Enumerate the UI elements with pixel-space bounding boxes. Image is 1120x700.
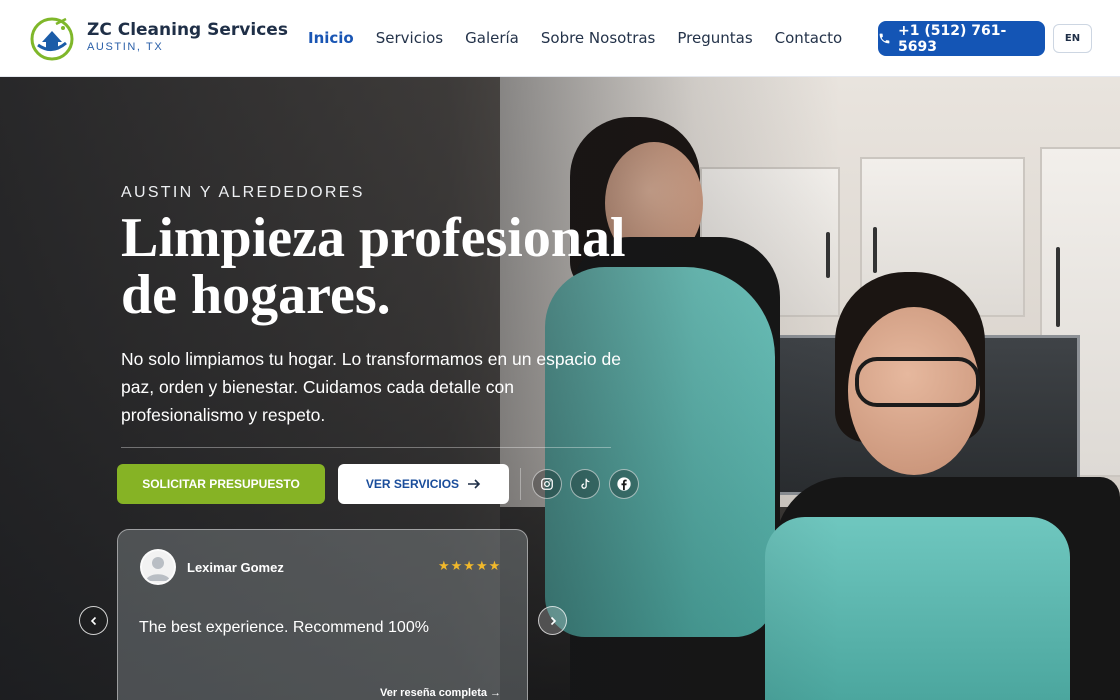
review-card: Leximar Gomez ★★★★★ The best experience.… xyxy=(117,529,528,700)
facebook-link[interactable] xyxy=(609,469,639,499)
nav-item-galeria[interactable]: Galería xyxy=(465,29,519,47)
instagram-icon xyxy=(541,478,553,490)
view-services-label: VER SERVICIOS xyxy=(365,477,460,491)
logo[interactable] xyxy=(30,15,74,62)
nav-item-sobre-nosotras[interactable]: Sobre Nosotras xyxy=(541,29,656,47)
brand-name: ZC Cleaning Services xyxy=(87,20,288,40)
nav-item-contacto[interactable]: Contacto xyxy=(775,29,843,47)
nav-item-preguntas[interactable]: Preguntas xyxy=(677,29,752,47)
social-divider xyxy=(520,468,521,500)
main-nav: Inicio Servicios Galería Sobre Nosotras … xyxy=(308,29,842,47)
user-avatar-icon xyxy=(146,557,170,581)
brand-location: AUSTIN, TX xyxy=(87,41,164,53)
avatar xyxy=(140,549,176,585)
read-full-review-link[interactable]: Ver reseña completa → xyxy=(380,687,501,699)
phone-number: +1 (512) 761-5693 xyxy=(897,22,1007,55)
rating-stars: ★★★★★ xyxy=(438,559,502,574)
hero-headline: Limpieza profesional de hogares. xyxy=(121,210,661,324)
tiktok-icon xyxy=(581,478,590,489)
view-services-button[interactable]: VER SERVICIOS xyxy=(338,464,509,504)
hero-headline-line2: de hogares. xyxy=(121,264,391,326)
nav-item-inicio[interactable]: Inicio xyxy=(308,29,354,47)
nav-item-servicios[interactable]: Servicios xyxy=(376,29,443,47)
arrow-right-icon xyxy=(468,479,481,489)
reviewer-name: Leximar Gomez xyxy=(187,560,284,575)
next-review-button[interactable] xyxy=(538,606,567,635)
review-text: The best experience. Recommend 100% xyxy=(139,619,429,636)
prev-review-button[interactable] xyxy=(79,606,108,635)
hero-headline-line1: Limpieza profesional xyxy=(121,207,626,269)
facebook-icon xyxy=(617,477,631,491)
logo-icon xyxy=(30,17,74,61)
chevron-right-icon xyxy=(550,616,556,625)
phone-icon xyxy=(879,33,890,44)
site-header: ZC Cleaning Services AUSTIN, TX Inicio S… xyxy=(0,0,1120,77)
brand[interactable]: ZC Cleaning Services AUSTIN, TX xyxy=(87,20,288,53)
chevron-left-icon xyxy=(90,616,96,625)
request-quote-button[interactable]: SOLICITAR PRESUPUESTO xyxy=(117,464,325,504)
phone-button[interactable]: +1 (512) 761-5693 xyxy=(878,21,1045,56)
language-toggle[interactable]: EN xyxy=(1053,24,1092,53)
hero-divider xyxy=(121,447,611,448)
hero-subtext: No solo limpiamos tu hogar. Lo transform… xyxy=(121,349,621,425)
tiktok-link[interactable] xyxy=(570,469,600,499)
instagram-link[interactable] xyxy=(532,469,562,499)
hero-eyebrow: AUSTIN Y ALREDEDORES xyxy=(121,184,365,201)
